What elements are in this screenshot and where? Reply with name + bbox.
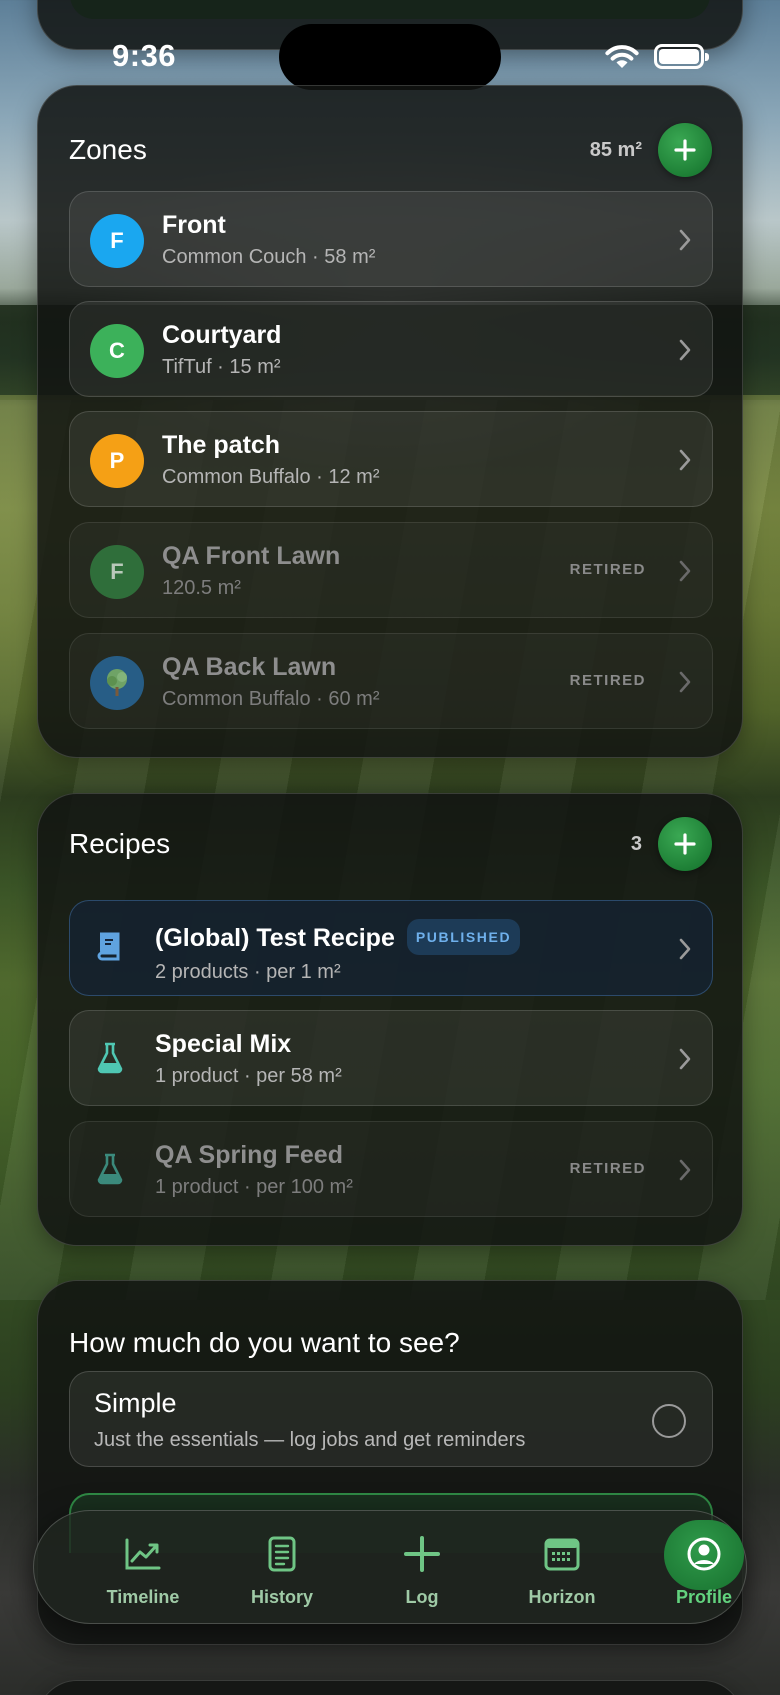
recipe-detail: 1 product · per 58 m² xyxy=(155,1065,342,1087)
published-badge: PUBLISHED xyxy=(406,919,521,955)
plus-icon xyxy=(674,139,696,161)
calendar-icon xyxy=(544,1538,580,1571)
zone-detail: Common Couch · 58 m² xyxy=(162,246,376,268)
plus-icon xyxy=(404,1536,440,1572)
zone-row-qa-back-lawn[interactable]: QA Back Lawn Common Buffalo · 60 m² RETI… xyxy=(69,633,713,729)
tab-label: Log xyxy=(405,1587,439,1607)
chevron-right-icon xyxy=(679,339,691,361)
status-time: 9:36 xyxy=(112,38,177,73)
recipes-card: Recipes 3 (Global) Test Recipe PUBLISHED … xyxy=(37,793,743,1246)
tab-label: Profile xyxy=(675,1587,732,1607)
zone-avatar: F xyxy=(90,545,144,599)
tab-bar: Timeline History Log Horizon Profile xyxy=(33,1510,747,1624)
option-description: Just the essentials — log jobs and get r… xyxy=(94,1429,526,1451)
radio-button[interactable] xyxy=(652,1404,686,1438)
recipe-detail: 1 product · per 100 m² xyxy=(155,1176,353,1198)
zone-row-front[interactable]: F Front Common Couch · 58 m² xyxy=(69,191,713,287)
zones-header: Zones 85 m² xyxy=(69,123,712,177)
tab-profile[interactable]: Profile xyxy=(634,1511,774,1625)
tab-log[interactable]: Log xyxy=(352,1511,492,1625)
zone-name: Courtyard xyxy=(162,321,282,349)
dynamic-island xyxy=(279,24,501,90)
zones-total-area: 85 m² xyxy=(589,138,642,161)
flask-icon xyxy=(97,1042,123,1074)
plus-icon xyxy=(674,833,696,855)
recipe-row-special-mix[interactable]: Special Mix 1 product · per 58 m² xyxy=(69,1010,713,1106)
add-recipe-button[interactable] xyxy=(658,817,712,871)
previous-card-content xyxy=(70,0,710,19)
zone-avatar: C xyxy=(90,324,144,378)
chevron-right-icon xyxy=(679,560,691,582)
option-simple[interactable]: Simple Just the essentials — log jobs an… xyxy=(69,1371,713,1467)
chevron-right-icon xyxy=(679,671,691,693)
zone-detail: Common Buffalo · 12 m² xyxy=(162,466,380,488)
chevron-right-icon xyxy=(679,229,691,251)
flask-icon xyxy=(97,1153,123,1185)
document-list-icon xyxy=(268,1536,296,1572)
battery-icon xyxy=(654,44,709,69)
zone-avatar: F xyxy=(90,214,144,268)
recipe-row-qa-spring-feed[interactable]: QA Spring Feed 1 product · per 100 m² RE… xyxy=(69,1121,713,1217)
chevron-right-icon xyxy=(679,1048,691,1070)
tab-history[interactable]: History xyxy=(212,1511,352,1625)
add-zone-button[interactable] xyxy=(658,123,712,177)
zone-name: QA Front Lawn xyxy=(162,542,341,570)
zone-detail: 120.5 m² xyxy=(162,577,241,599)
chevron-right-icon xyxy=(679,938,691,960)
zone-detail: TifTuf · 15 m² xyxy=(162,356,281,378)
zone-detail: Common Buffalo · 60 m² xyxy=(162,688,380,710)
tab-label: Horizon xyxy=(528,1587,596,1607)
view-mode-question: How much do you want to see? xyxy=(69,1327,460,1358)
retired-badge: RETIRED xyxy=(569,561,646,578)
recipe-detail: 2 products · per 1 m² xyxy=(155,961,341,983)
recipe-name: Special Mix xyxy=(155,1030,292,1058)
profile-circle-icon xyxy=(687,1537,721,1571)
recipes-header: Recipes 3 xyxy=(69,817,712,871)
zone-avatar-tree xyxy=(90,656,144,710)
zones-card: Zones 85 m² F Front Common Couch · 58 m²… xyxy=(37,85,743,758)
zone-row-qa-front-lawn[interactable]: F QA Front Lawn 120.5 m² RETIRED xyxy=(69,522,713,618)
retired-badge: RETIRED xyxy=(569,1160,646,1177)
recipe-row-global-test[interactable]: (Global) Test Recipe PUBLISHED 2 products… xyxy=(69,900,713,996)
next-card xyxy=(37,1680,743,1695)
book-icon xyxy=(97,932,120,961)
zone-row-the-patch[interactable]: P The patch Common Buffalo · 12 m² xyxy=(69,411,713,507)
recipes-count: 3 xyxy=(630,832,642,855)
tab-timeline[interactable]: Timeline xyxy=(73,1511,213,1625)
tree-icon xyxy=(107,669,127,696)
trend-chart-icon xyxy=(125,1538,161,1570)
retired-badge: RETIRED xyxy=(569,672,646,689)
zone-row-courtyard[interactable]: C Courtyard TifTuf · 15 m² xyxy=(69,301,713,397)
zones-title: Zones xyxy=(69,134,147,165)
tab-label: Timeline xyxy=(106,1587,180,1607)
zone-name: The patch xyxy=(162,431,281,459)
recipes-title: Recipes xyxy=(69,828,171,859)
chevron-right-icon xyxy=(679,1159,691,1181)
zone-avatar: P xyxy=(90,434,144,488)
zone-name: QA Back Lawn xyxy=(162,653,337,681)
tab-label: History xyxy=(250,1587,313,1607)
recipe-name: (Global) Test Recipe xyxy=(155,924,395,952)
tab-horizon[interactable]: Horizon xyxy=(492,1511,632,1625)
recipe-name: QA Spring Feed xyxy=(155,1141,343,1169)
option-title: Simple xyxy=(94,1388,177,1418)
chevron-right-icon xyxy=(679,449,691,471)
wifi-icon xyxy=(605,45,639,68)
zone-name: Front xyxy=(162,211,226,239)
